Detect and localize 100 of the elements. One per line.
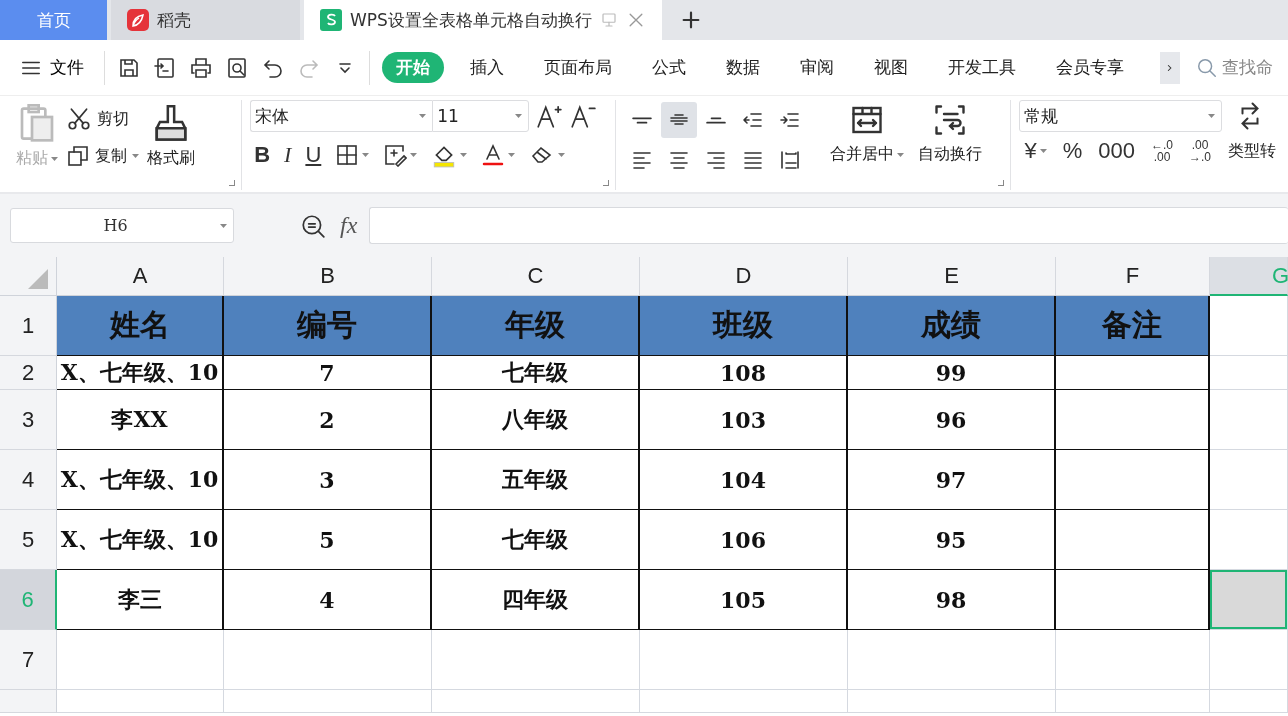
column-header[interactable]: F — [1056, 257, 1210, 296]
table-cell[interactable] — [1056, 356, 1210, 390]
copy-button[interactable]: 复制 — [62, 144, 143, 168]
document-tab[interactable]: WPS设置全表格单元格自动换行 — [304, 0, 662, 40]
cut-button[interactable]: 剪切 — [62, 106, 143, 132]
zoom-button[interactable] — [300, 212, 326, 239]
font-select[interactable]: 宋体 — [250, 100, 433, 132]
font-color-icon — [481, 143, 506, 167]
inc-decimal-button[interactable]: ←.0 .00 — [1145, 139, 1178, 163]
column-header[interactable]: B — [224, 257, 432, 296]
table-cell: X、七年级、10 — [57, 510, 224, 570]
currency-button[interactable]: ¥ — [1019, 138, 1052, 164]
search-icon — [1196, 56, 1218, 79]
caret-icon — [419, 114, 427, 118]
caret-icon — [362, 153, 370, 157]
tab-label: WPS设置全表格单元格自动换行 — [350, 8, 592, 32]
table-cell[interactable] — [1056, 390, 1210, 450]
spreadsheet-logo-icon — [320, 9, 342, 31]
table-cell: 96 — [848, 390, 1056, 450]
caret-icon — [515, 114, 523, 118]
format-painter-button[interactable]: 格式刷 — [143, 100, 199, 190]
table-cell: 李三 — [57, 570, 224, 630]
caret-icon — [132, 154, 139, 158]
caret-icon — [1208, 114, 1216, 118]
caret-icon — [460, 153, 468, 157]
row-header[interactable]: 2 — [0, 356, 57, 390]
zoom-out-icon — [300, 212, 326, 239]
font-size-select[interactable]: 11 — [432, 100, 530, 132]
caret-icon — [51, 156, 58, 161]
merge-center-button[interactable]: 合并居中 — [825, 100, 908, 190]
ribbon-tab[interactable]: 开发工具 — [934, 52, 1030, 83]
table-cell: 103 — [640, 390, 848, 450]
alignment-button[interactable] — [660, 102, 697, 138]
number-format-select[interactable]: 常规 — [1019, 100, 1223, 132]
table-cell: 97 — [848, 450, 1056, 510]
cell-style-icon — [383, 143, 408, 167]
wrap-text-button[interactable]: 自动换行 — [913, 100, 986, 190]
ribbon-tab[interactable]: 会员专享 — [1042, 52, 1138, 83]
formula-input[interactable] — [369, 207, 1288, 244]
italic-button[interactable]: I — [280, 140, 296, 170]
table-cell: 7 — [224, 356, 432, 390]
borders-icon — [335, 143, 360, 167]
table-cell: 99 — [848, 356, 1056, 390]
row-header[interactable]: 3 — [0, 390, 57, 450]
ribbon-tab[interactable]: 公式 — [638, 52, 700, 83]
underline-button[interactable]: U — [301, 140, 326, 170]
copy-icon — [66, 144, 90, 168]
header-cell: 姓名 — [57, 296, 224, 356]
header-cell: 班级 — [640, 296, 848, 356]
table-cell: 108 — [640, 356, 848, 390]
header-cell: 成绩 — [848, 296, 1056, 356]
active-cell[interactable] — [1210, 570, 1288, 630]
table-cell: 八年级 — [432, 390, 640, 450]
tab-label: 首页 — [36, 8, 71, 32]
column-header[interactable]: D — [640, 257, 848, 296]
table-cell: 2 — [224, 390, 432, 450]
file-menu[interactable]: 文件 — [20, 56, 84, 79]
name-box[interactable]: H6 — [10, 208, 234, 243]
caret-icon — [220, 223, 227, 228]
table-cell[interactable] — [1056, 510, 1210, 570]
percent-button[interactable]: % — [1057, 138, 1088, 164]
header-cell: 备注 — [1056, 296, 1210, 356]
table-cell: 95 — [848, 510, 1056, 570]
table-cell: 5 — [224, 510, 432, 570]
column-header[interactable]: C — [432, 257, 640, 296]
search-field[interactable]: 查找命 — [1196, 56, 1273, 79]
row-header[interactable]: 1 — [0, 296, 57, 356]
tab-label: 稻壳 — [157, 8, 191, 32]
document-tab[interactable]: 稻壳 — [111, 0, 300, 40]
ribbon-tab[interactable]: 数据 — [712, 52, 774, 83]
insert-function-button[interactable]: fx — [340, 212, 358, 239]
scissors-icon — [66, 106, 92, 132]
monitor-icon — [599, 11, 618, 29]
bold-button[interactable]: B — [250, 140, 275, 170]
table-cell: X、七年级、10 — [57, 356, 224, 390]
table-cell: 3 — [224, 450, 432, 510]
column-header[interactable]: A — [57, 257, 224, 296]
header-cell: 年级 — [432, 296, 640, 356]
column-header[interactable]: E — [848, 257, 1056, 296]
table-cell: 106 — [640, 510, 848, 570]
ribbon-tab[interactable]: 插入 — [456, 52, 518, 83]
print-icon — [189, 55, 213, 80]
row-header[interactable]: 4 — [0, 450, 57, 510]
convert-label: 类型转 — [1227, 140, 1277, 162]
table-cell: 104 — [640, 450, 848, 510]
caret-icon — [410, 153, 418, 157]
row-header[interactable]: 7 — [0, 630, 57, 690]
caret-icon — [558, 153, 566, 157]
print-preview-icon — [225, 55, 249, 80]
ribbon-tab[interactable]: 视图 — [860, 52, 922, 83]
table-cell[interactable] — [1056, 450, 1210, 510]
thousands-button[interactable]: 000 — [1093, 138, 1140, 164]
ribbon-tab[interactable]: 页面布局 — [530, 52, 626, 83]
table-cell: 李XX — [57, 390, 224, 450]
row-header[interactable]: 5 — [0, 510, 57, 570]
table-cell: 四年级 — [432, 570, 640, 630]
caret-icon — [1039, 149, 1047, 153]
dec-decimal-button[interactable]: .00 →.0 — [1184, 139, 1216, 163]
table-cell: 98 — [848, 570, 1056, 630]
ribbon-tab[interactable]: 审阅 — [786, 52, 848, 83]
